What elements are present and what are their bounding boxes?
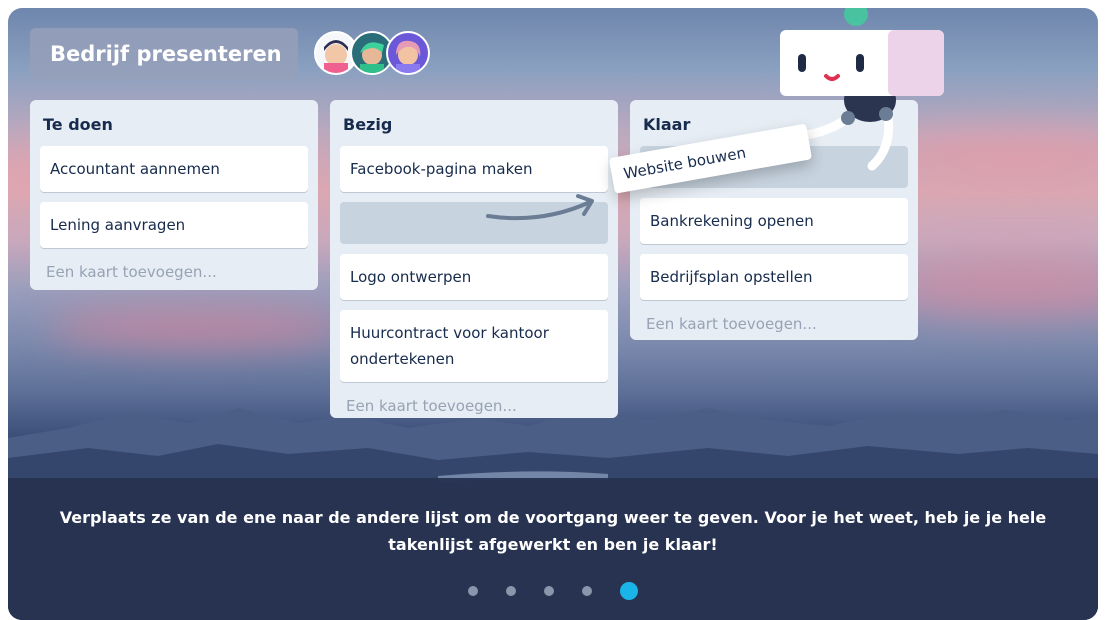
pagination-dot-5[interactable] [620,581,638,600]
board-title[interactable]: Bedrijf presenteren [30,28,298,80]
list-te-doen: Te doen Accountant aannemen Lening aanvr… [30,100,318,290]
list-title: Te doen [43,115,113,134]
card-facebook-pagina-maken[interactable]: Facebook-pagina maken [340,146,608,192]
card-accountant-aannemen[interactable]: Accountant aannemen [40,146,308,192]
pagination-dots [8,580,1098,602]
pagination-dot-1[interactable] [468,585,478,596]
onboarding-slide: Bedrijf presenteren Te doen Accountant a… [8,8,1098,620]
pagination-dot-3[interactable] [544,585,554,596]
card-bedrijfsplan-opstellen[interactable]: Bedrijfsplan opstellen [640,254,908,300]
list-title: Bezig [343,115,393,134]
card-logo-ontwerpen[interactable]: Logo ontwerpen [340,254,608,300]
add-card-link[interactable]: Een kaart toevoegen... [640,310,908,342]
move-arrow-icon [486,194,594,221]
pagination-dot-4[interactable] [582,585,592,596]
card-lening-aanvragen[interactable]: Lening aanvragen [40,202,308,248]
pagination-dot-2[interactable] [506,585,516,596]
add-card-link[interactable]: Een kaart toevoegen... [40,258,308,290]
member-avatar[interactable] [386,31,430,75]
card-huurcontract[interactable]: Huurcontract voor kantoor ondertekenen [340,310,608,382]
taco-mascot-icon [778,8,944,171]
card-bankrekening-openen[interactable]: Bankrekening openen [640,198,908,244]
list-bezig: Bezig Facebook-pagina maken Logo ontwerp… [330,100,618,418]
slide-caption: Verplaats ze van de ene naar de andere l… [59,508,1047,554]
add-card-link[interactable]: Een kaart toevoegen... [340,392,608,424]
